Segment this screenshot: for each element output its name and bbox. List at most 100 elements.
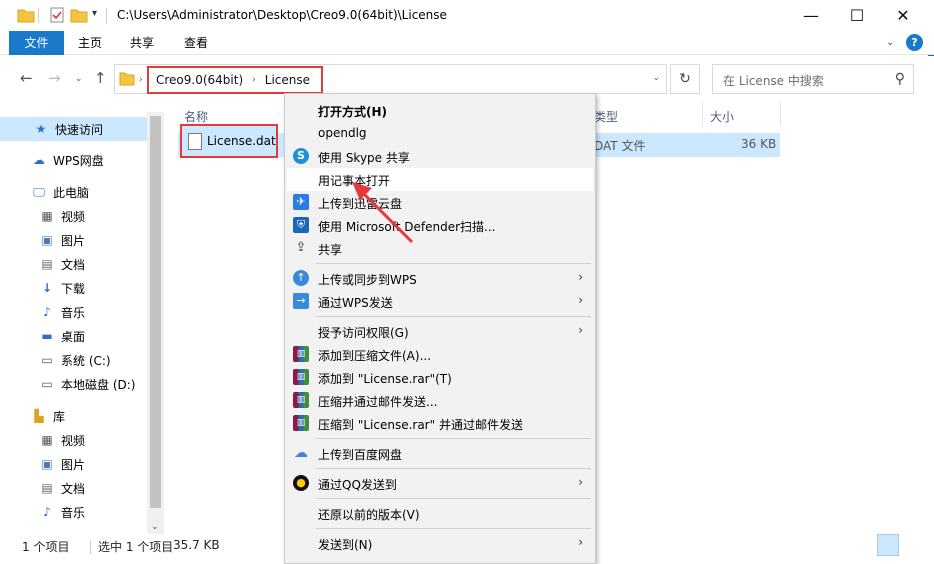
menu-item-wps-sync[interactable]: ↑ 上传或同步到WPS › [287, 267, 593, 290]
up-button[interactable]: ↑ [94, 69, 107, 87]
column-header-size[interactable]: 大小 [710, 108, 734, 125]
sidebar-item-lib-videos[interactable]: ▦ 视频 [0, 428, 147, 452]
menu-item-label: 添加到 "License.rar"(T) [318, 372, 452, 386]
new-folder-icon[interactable] [70, 6, 88, 24]
file-name: License.dat [207, 134, 276, 148]
winrar-icon: ▥ [293, 415, 309, 431]
sidebar-item-label: WPS网盘 [53, 153, 104, 168]
sidebar-item-desktop[interactable]: ▬ 桌面 [0, 324, 147, 348]
properties-icon[interactable] [48, 6, 66, 24]
menu-item-compress-email[interactable]: ▥ 压缩并通过邮件发送... [287, 389, 593, 412]
menu-separator [316, 438, 591, 439]
chevron-down-icon[interactable]: ⌄ [652, 73, 660, 83]
context-menu: 打开方式(H) opendlg S 使用 Skype 共享 用记事本打开 ✈ 上… [284, 93, 596, 564]
menu-item-skype-share[interactable]: S 使用 Skype 共享 [287, 145, 593, 168]
column-header-name[interactable]: 名称 [184, 108, 208, 125]
sidebar-item-this-pc[interactable]: 🖵 此电脑 [0, 180, 147, 204]
menu-item-open-notepad[interactable]: 用记事本打开 [287, 168, 593, 191]
menu-item-xunlei-upload[interactable]: ✈ 上传到迅雷云盘 [287, 191, 593, 214]
menu-separator [316, 316, 591, 317]
breadcrumb-item[interactable]: Creo9.0(64bit) [156, 73, 243, 87]
large-icons-view-button[interactable] [903, 534, 925, 556]
folder-icon [119, 72, 135, 86]
defender-icon: ⛨ [293, 217, 309, 233]
quick-access-dropdown-icon[interactable]: ▾ [92, 8, 97, 19]
menu-item-label: 添加到压缩文件(A)... [318, 349, 432, 363]
menu-item-add-archive[interactable]: ▥ 添加到压缩文件(A)... [287, 343, 593, 366]
menu-item-restore-versions[interactable]: 还原以前的版本(V) [287, 502, 593, 525]
recent-locations-icon[interactable]: ⌄ [75, 74, 83, 84]
sidebar-item-downloads[interactable]: ↓ 下载 [0, 276, 147, 300]
menu-item-defender-scan[interactable]: ⛨ 使用 Microsoft Defender扫描... [287, 214, 593, 237]
file-size: 36 KB [741, 137, 777, 151]
sidebar-item-libraries[interactable]: ▙ 库 [0, 404, 147, 428]
breadcrumb-item[interactable]: License [265, 73, 310, 87]
menu-item-compress-rar-email[interactable]: ▥ 压缩到 "License.rar" 并通过邮件发送 [287, 412, 593, 435]
address-bar[interactable]: › Creo9.0(64bit) › License ⌄ [114, 64, 667, 94]
ribbon-expand-icon[interactable]: ⌄ [886, 37, 894, 48]
maximize-button[interactable]: ☐ [834, 0, 880, 31]
menu-item-opendlg[interactable]: opendlg [287, 122, 593, 145]
back-button[interactable]: ← [20, 69, 33, 87]
sidebar-item-lib-music[interactable]: ♪ 音乐 [0, 500, 147, 524]
refresh-button[interactable]: ↻ [670, 64, 700, 94]
xunlei-icon: ✈ [293, 194, 309, 210]
forward-button[interactable]: → [48, 69, 61, 87]
close-button[interactable]: ✕ [880, 0, 926, 31]
sidebar-item-lib-pictures[interactable]: ▣ 图片 [0, 452, 147, 476]
menu-item-label: 压缩到 "License.rar" 并通过邮件发送 [318, 418, 523, 432]
sidebar-item-music[interactable]: ♪ 音乐 [0, 300, 147, 324]
folder-icon[interactable] [17, 6, 35, 24]
menu-item-label: 还原以前的版本(V) [318, 508, 420, 522]
chevron-right-icon[interactable]: › [252, 75, 256, 85]
minimize-button[interactable]: — [788, 0, 834, 31]
download-icon: ↓ [41, 281, 53, 295]
sidebar-item-documents[interactable]: ▤ 文档 [0, 252, 147, 276]
details-view-button[interactable] [877, 534, 899, 556]
menu-item-label: 发送到(N) [318, 538, 373, 552]
sidebar-item-label: 本地磁盘 (D:) [61, 377, 136, 392]
sidebar-item-drive-c[interactable]: ▭ 系统 (C:) [0, 348, 147, 372]
tab-home[interactable]: 主页 [66, 31, 114, 55]
sidebar-item-lib-documents[interactable]: ▤ 文档 [0, 476, 147, 500]
menu-item-label: 通过WPS发送 [318, 296, 393, 310]
sidebar-item-label: 此电脑 [53, 185, 90, 200]
menu-item-label: 通过QQ发送到 [318, 478, 397, 492]
menu-item-add-license-rar[interactable]: ▥ 添加到 "License.rar"(T) [287, 366, 593, 389]
sidebar-item-pictures[interactable]: ▣ 图片 [0, 228, 147, 252]
chevron-down-icon[interactable]: ⌄ [151, 522, 159, 532]
sidebar-item-wps-cloud[interactable]: ☁ WPS网盘 [0, 148, 147, 172]
file-item-license[interactable]: License.dat [180, 124, 278, 158]
menu-item-send-to[interactable]: 发送到(N) › [287, 532, 593, 555]
menu-item-grant-access[interactable]: 授予访问权限(G) › [287, 320, 593, 343]
library-icon: ▙ [34, 409, 44, 423]
tab-share[interactable]: 共享 [118, 31, 166, 55]
menu-separator [316, 528, 591, 529]
menu-item-qq-send[interactable]: ● 通过QQ发送到 › [287, 472, 593, 495]
menu-item-label: opendlg [318, 126, 367, 140]
tab-file[interactable]: 文件 [9, 31, 64, 55]
column-header-type[interactable]: 类型 [594, 108, 618, 125]
column-separator[interactable] [702, 102, 703, 126]
sidebar-item-label: 文档 [61, 481, 86, 496]
menu-item-baidu-upload[interactable]: ☁ 上传到百度网盘 [287, 442, 593, 465]
scrollbar-thumb[interactable] [150, 116, 161, 508]
toolbar-separator [106, 8, 107, 23]
sidebar-item-videos[interactable]: ▦ 视频 [0, 204, 147, 228]
column-separator[interactable] [780, 102, 781, 126]
sidebar-item-drive-d[interactable]: ▭ 本地磁盘 (D:) [0, 372, 147, 396]
search-input[interactable]: 在 License 中搜索 ⚲ [712, 64, 914, 94]
sidebar-scrollbar[interactable]: ⌄ [147, 112, 164, 534]
tab-view[interactable]: 查看 [170, 31, 222, 55]
chevron-right-icon[interactable]: › [139, 75, 143, 85]
menu-item-open-with[interactable]: 打开方式(H) [287, 99, 593, 122]
menu-item-share[interactable]: ⇪ 共享 [287, 237, 593, 260]
menu-separator [316, 498, 591, 499]
menu-item-wps-send[interactable]: → 通过WPS发送 › [287, 290, 593, 313]
help-icon[interactable]: ? [906, 34, 923, 51]
video-icon: ▦ [41, 433, 53, 447]
sidebar-item-label: 视频 [61, 433, 86, 448]
sidebar-item-label: 视频 [61, 209, 86, 224]
winrar-icon: ▥ [293, 369, 309, 385]
sidebar-item-quick-access[interactable]: ★ 快速访问 [0, 117, 147, 141]
